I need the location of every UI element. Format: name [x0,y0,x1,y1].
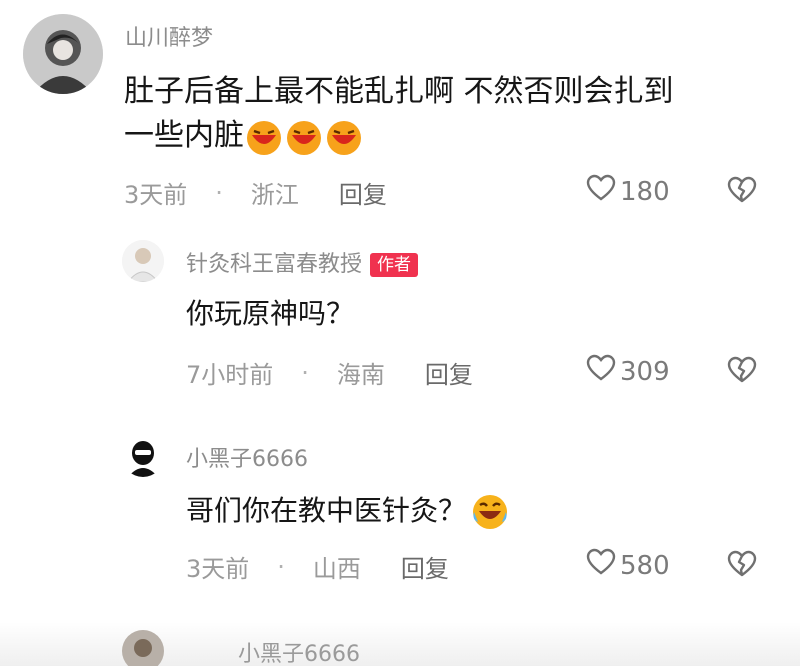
dislike-button[interactable] [726,176,758,208]
like-count: 180 [620,176,670,207]
comment-meta: 7小时前 · 海南 回复 [186,355,473,390]
comment-meta: 3天前 · 山西 回复 [186,549,449,584]
location: 海南 [336,361,385,389]
reply-button[interactable]: 回复 [401,549,449,584]
laughing-emoji-icon [244,117,284,157]
reply-button[interactable]: 回复 [339,175,387,210]
laughing-emoji-icon [284,117,324,157]
comment-text: 你玩原神吗？ [186,297,355,330]
username[interactable]: 山川醉梦 [125,20,213,52]
comment-3: 小黑子6666 哥们你在教中医针灸？ 3天前 · 山西 回复 580 [0,425,800,600]
comment-text: 肚子后备上最不能乱扎啊 不然否则会扎到 一些内脏 [124,70,674,158]
broken-heart-icon [726,356,758,388]
author-badge: 作者 [370,253,419,277]
heart-outline-icon [586,354,620,389]
location: 山西 [312,555,361,583]
avatar[interactable] [122,435,164,477]
like-button[interactable]: 309 [586,354,670,389]
comment-text-line-2-text: 一些内脏 [124,118,244,153]
heart-outline-icon [586,174,620,209]
like-button[interactable]: 180 [586,174,670,209]
separator-dot: · [277,552,285,581]
comment-meta: 3天前 · 浙江 回复 [124,175,387,210]
avatar[interactable] [122,630,164,666]
like-count: 580 [620,550,670,581]
comment-text-line-2: 一些内脏 [124,114,674,158]
timestamp: 3天前 [124,181,188,209]
laughing-tears-emoji-icon [470,492,510,532]
laughing-emoji-icon [324,117,364,157]
username-text[interactable]: 针灸科王富春教授 [186,252,362,277]
comment-text-line-1: 肚子后备上最不能乱扎啊 不然否则会扎到 [124,74,674,109]
like-button[interactable]: 580 [586,548,670,583]
comment-2: 针灸科王富春教授 作者 你玩原神吗？ 7小时前 · 海南 回复 309 [0,230,800,400]
username[interactable]: 小黑子6666 [186,441,308,473]
dislike-button[interactable] [726,550,758,582]
broken-heart-icon [726,550,758,582]
location: 浙江 [250,181,299,209]
heart-outline-icon [586,548,620,583]
comment-text: 哥们你在教中医针灸？ [186,489,510,533]
comment-4-partial: 小黑子6666 [0,622,800,666]
avatar[interactable] [122,240,164,282]
dislike-button[interactable] [726,356,758,388]
separator-dot: · [215,178,223,207]
separator-dot: · [301,358,309,387]
comment-text-body: 哥们你在教中医针灸？ [186,494,467,527]
timestamp: 7小时前 [186,361,274,389]
like-count: 309 [620,356,670,387]
timestamp: 3天前 [186,555,250,583]
bottom-fade [0,622,800,666]
username[interactable]: 小黑子6666 [238,636,360,666]
username: 针灸科王富春教授 作者 [186,246,419,278]
broken-heart-icon [726,176,758,208]
comment-1: 山川醉梦 肚子后备上最不能乱扎啊 不然否则会扎到 一些内脏 3天前 · 浙江 回… [0,0,800,220]
reply-button[interactable]: 回复 [425,355,473,390]
avatar[interactable] [23,14,103,94]
